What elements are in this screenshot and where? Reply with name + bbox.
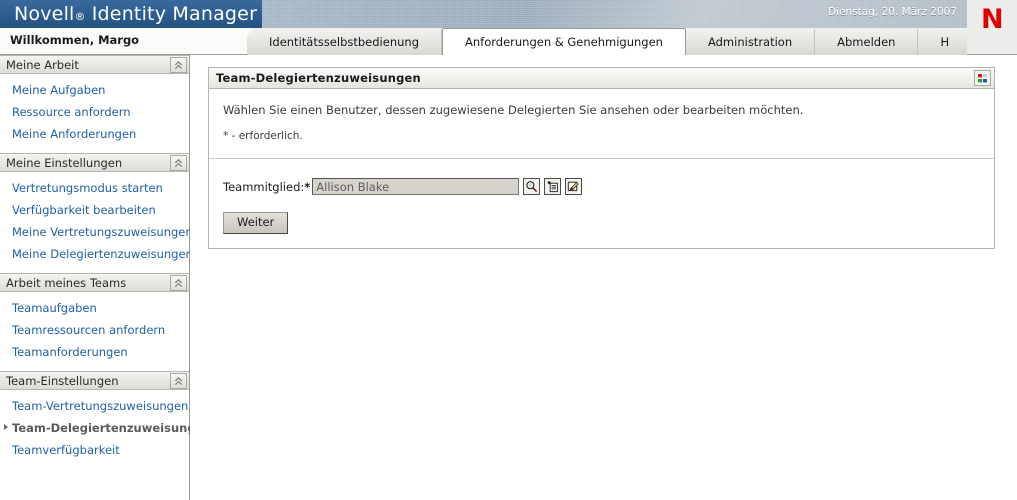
sidebar-item-team-vertretungszuweisungen[interactable]: Team-Vertretungszuweisungen: [0, 395, 189, 417]
team-delegate-assignments-panel: Team-Delegiertenzuweisungen Wählen Sie e…: [208, 67, 995, 249]
sidebar-item-team-delegiertenzuweisungen[interactable]: Team-Delegiertenzuweisungen: [0, 417, 212, 439]
sidebar-item-meine-aufgaben[interactable]: Meine Aufgaben: [0, 79, 189, 101]
search-icon[interactable]: [523, 178, 541, 195]
team-member-form-row: Teammitglied:*: [209, 159, 994, 195]
sidebar-item-teamverfuegbarkeit[interactable]: Teamverfügbarkeit: [0, 439, 189, 461]
sidebar-section-title: Arbeit meines Teams: [6, 275, 127, 290]
panel-body: Wählen Sie einen Benutzer, dessen zugewi…: [209, 89, 994, 248]
chevron-double-up-icon[interactable]: [170, 373, 187, 389]
sidebar-section-meine-einstellungen[interactable]: Meine Einstellungen: [0, 153, 189, 172]
welcome-message: Willkommen, Margo: [10, 33, 140, 47]
weiter-button[interactable]: Weiter: [223, 212, 289, 234]
main-content-area: Team-Delegiertenzuweisungen Wählen Sie e…: [190, 55, 1017, 500]
sidebar-item-meine-anforderungen[interactable]: Meine Anforderungen: [0, 123, 189, 145]
sidebar-item-label: Team-Delegiertenzuweisungen: [12, 421, 212, 435]
brand-registered-mark: ®: [74, 10, 86, 23]
history-add-icon[interactable]: [544, 178, 562, 195]
brand-product-name: Identity Manager: [91, 3, 258, 25]
sidebar-section-team-einstellungen[interactable]: Team-Einstellungen: [0, 371, 189, 390]
product-brand: Novell® Identity Manager: [14, 1, 257, 30]
team-member-label-text: Teammitglied:: [223, 179, 305, 194]
color-grid-icon[interactable]: [974, 70, 991, 86]
active-item-bullet-icon: [4, 424, 8, 430]
sidebar-item-teamaufgaben[interactable]: Teamaufgaben: [0, 297, 189, 319]
sidebar-item-vertretungsmodus-starten[interactable]: Vertretungsmodus starten: [0, 177, 189, 199]
sidebar-section-meine-arbeit[interactable]: Meine Arbeit: [0, 55, 189, 74]
tab-bar-filler: [950, 28, 967, 54]
required-asterisk: *: [304, 179, 311, 194]
sidebar-item-ressource-anfordern[interactable]: Ressource anfordern: [0, 101, 189, 123]
team-member-input[interactable]: [312, 178, 520, 195]
sidebar-items-team-einstellungen: Team-Vertretungszuweisungen Team-Delegie…: [0, 390, 212, 469]
current-date: Dienstag, 20. März 2007: [828, 6, 957, 18]
sidebar-item-teamanforderungen[interactable]: Teamanforderungen: [0, 341, 189, 363]
chevron-double-up-icon[interactable]: [170, 57, 187, 73]
chevron-double-up-icon[interactable]: [170, 155, 187, 171]
sidebar-items-meine-arbeit: Meine Aufgaben Ressource anfordern Meine…: [0, 74, 189, 153]
submit-button-row: Weiter: [209, 195, 994, 248]
team-member-label: Teammitglied:*: [223, 180, 310, 194]
chevron-double-up-icon[interactable]: [170, 275, 187, 291]
required-field-note: * - erforderlich.: [223, 130, 303, 142]
sidebar-section-title: Team-Einstellungen: [6, 373, 119, 388]
tab-identitaetsselbstbedienung[interactable]: Identitätsselbstbedienung: [247, 29, 442, 55]
sidebar-item-meine-delegiertenzuweisungen[interactable]: Meine Delegiertenzuweisungen: [0, 243, 193, 265]
sidebar-items-arbeit-meines-teams: Teamaufgaben Teamressourcen anfordern Te…: [0, 292, 189, 371]
sidebar-item-meine-vertretungszuweisungen[interactable]: Meine Vertretungszuweisungen: [0, 221, 193, 243]
intro-instruction-text: Wählen Sie einen Benutzer, dessen zugewi…: [223, 103, 804, 117]
sidebar-section-arbeit-meines-teams[interactable]: Arbeit meines Teams: [0, 273, 189, 292]
panel-header: Team-Delegiertenzuweisungen: [209, 68, 994, 89]
edit-pencil-icon[interactable]: [565, 178, 583, 195]
tab-administration[interactable]: Administration: [685, 29, 816, 55]
main-tab-bar: Identitätsselbstbedienung Anforderungen …: [247, 28, 990, 55]
tab-abmelden[interactable]: Abmelden: [815, 29, 919, 55]
sidebar-item-teamressourcen-anfordern[interactable]: Teamressourcen anfordern: [0, 319, 189, 341]
tab-anforderungen-genehmigungen[interactable]: Anforderungen & Genehmigungen: [442, 28, 686, 55]
sidebar-item-verfuegbarkeit-bearbeiten[interactable]: Verfügbarkeit bearbeiten: [0, 199, 189, 221]
sidebar-section-title: Meine Einstellungen: [6, 155, 123, 170]
brand-novell: Novell: [14, 3, 75, 25]
sidebar-section-title: Meine Arbeit: [6, 57, 79, 72]
sidebar-items-meine-einstellungen: Vertretungsmodus starten Verfügbarkeit b…: [0, 172, 193, 273]
page-title: Team-Delegiertenzuweisungen: [216, 71, 421, 85]
novell-logo-icon: N: [981, 4, 1004, 35]
top-banner: Novell® Identity Manager Dienstag, 20. Mä…: [0, 0, 1017, 28]
sidebar-navigation: Meine Arbeit Meine Aufgaben Ressource an…: [0, 55, 212, 500]
welcome-panel: Willkommen, Margo: [0, 28, 259, 54]
